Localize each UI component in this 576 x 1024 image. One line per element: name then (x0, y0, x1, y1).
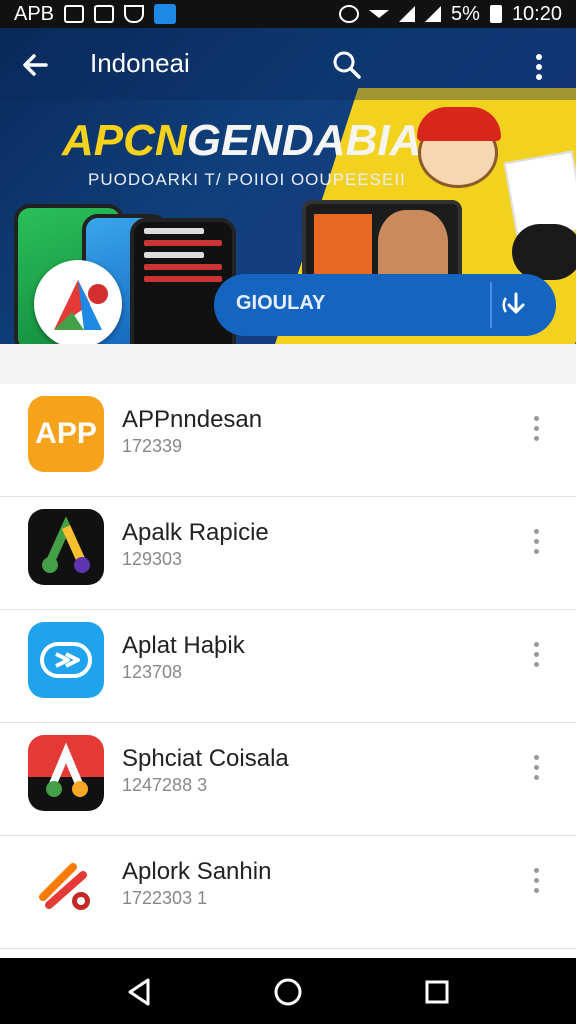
app-meta: 123708 (122, 662, 183, 682)
hero-banner: Indoneai APCNGENDABIA PUODOARKI T/ POIIO… (0, 28, 576, 344)
mascot-image (417, 107, 501, 188)
gallery-icon (94, 5, 115, 23)
clock: 10:20 (511, 2, 562, 25)
nav-back-button[interactable] (122, 975, 156, 1009)
app-meta: 1247288 3 (122, 775, 208, 795)
app-icon-aplork (28, 848, 104, 924)
app-icon-appnndesan: APP (28, 396, 104, 472)
app-meta: 172339 (122, 436, 183, 456)
app-logo-icon (54, 280, 108, 330)
item-more-button[interactable] (528, 868, 544, 898)
download-label: GIOULAY (236, 292, 326, 314)
app-name: Aplat Haþik (122, 632, 245, 659)
app-list: APP APPnndesan 172339 Apalk Rapicie 1293… (0, 384, 576, 958)
phone-illustration-dark (130, 218, 236, 344)
banner-headline: APCNGENDABIA (62, 116, 421, 166)
list-item[interactable]: Apalk Rapicie 129303 (0, 497, 576, 610)
item-more-button[interactable] (528, 416, 544, 446)
battery-icon (489, 5, 502, 23)
triangle-logo-icon (42, 517, 90, 573)
app-bar: Indoneai (0, 28, 576, 100)
download-icon (502, 292, 525, 314)
app-name: Aplork Sanhin (122, 858, 272, 885)
app-meta: 1722303 1 (122, 888, 208, 908)
back-arrow-icon (23, 54, 48, 76)
page-title: Indoneai (90, 48, 190, 78)
app-name: APPnndesan (122, 406, 263, 433)
search-button[interactable] (330, 48, 364, 82)
nav-home-button[interactable] (271, 975, 305, 1009)
app-icon-sphciat (28, 735, 104, 811)
list-item-partial (0, 949, 576, 958)
headline-rest: GENDABIA (186, 116, 422, 165)
wifi-icon (369, 10, 390, 18)
item-more-button[interactable] (528, 755, 544, 785)
list-item[interactable]: Sphciat Coisala 1247288 3 (0, 723, 576, 836)
status-bar: APB 5% 10:20 (0, 0, 576, 28)
nav-recents-icon (425, 980, 449, 1004)
banner-subline: PUODOARKI T/ POIIOI OOUPEESEII (88, 170, 406, 189)
signal-icon (399, 6, 416, 22)
nav-home-icon (274, 978, 302, 1006)
shield-icon (124, 5, 145, 23)
item-more-button[interactable] (528, 529, 544, 559)
swoosh-gear-icon (39, 863, 90, 910)
camera-illustration (512, 224, 576, 280)
app-logo-badge (34, 260, 122, 344)
nav-back-icon (128, 978, 150, 1006)
download-bar[interactable]: GIOULAY (214, 274, 556, 336)
back-button[interactable] (18, 48, 52, 82)
alarm-icon (339, 5, 360, 23)
app-icon-apalk (28, 509, 104, 585)
item-more-button[interactable] (528, 642, 544, 672)
app-notification-icon (154, 4, 177, 24)
download-button[interactable] (490, 282, 540, 328)
battery-percent: 5% (451, 2, 480, 25)
status-left: APB (14, 2, 177, 26)
app-icon-aplat (28, 622, 104, 698)
more-vert-icon (536, 54, 542, 80)
status-right: 5% 10:20 (339, 3, 562, 26)
nav-recents-button[interactable] (420, 975, 454, 1009)
carrier-label: APB (14, 2, 55, 25)
triangle-gear-icon (46, 743, 88, 797)
app-meta: 129303 (122, 549, 183, 569)
overflow-menu-button[interactable] (528, 50, 550, 84)
list-item[interactable]: Aplat Haþik 123708 (0, 610, 576, 723)
list-item[interactable]: APP APPnndesan 172339 (0, 384, 576, 497)
app-name: Apalk Rapicie (122, 519, 269, 546)
arrow-badge-icon (40, 642, 92, 678)
system-nav-bar (0, 958, 576, 1024)
signal-2-icon (425, 6, 442, 22)
mail-icon (64, 5, 85, 23)
list-item[interactable]: Aplork Sanhin 1722303 1 (0, 836, 576, 949)
app-icon-label: APP (35, 417, 97, 450)
headline-prefix: APCN (62, 116, 187, 165)
app-name: Sphciat Coisala (122, 745, 289, 772)
search-icon (333, 51, 361, 79)
